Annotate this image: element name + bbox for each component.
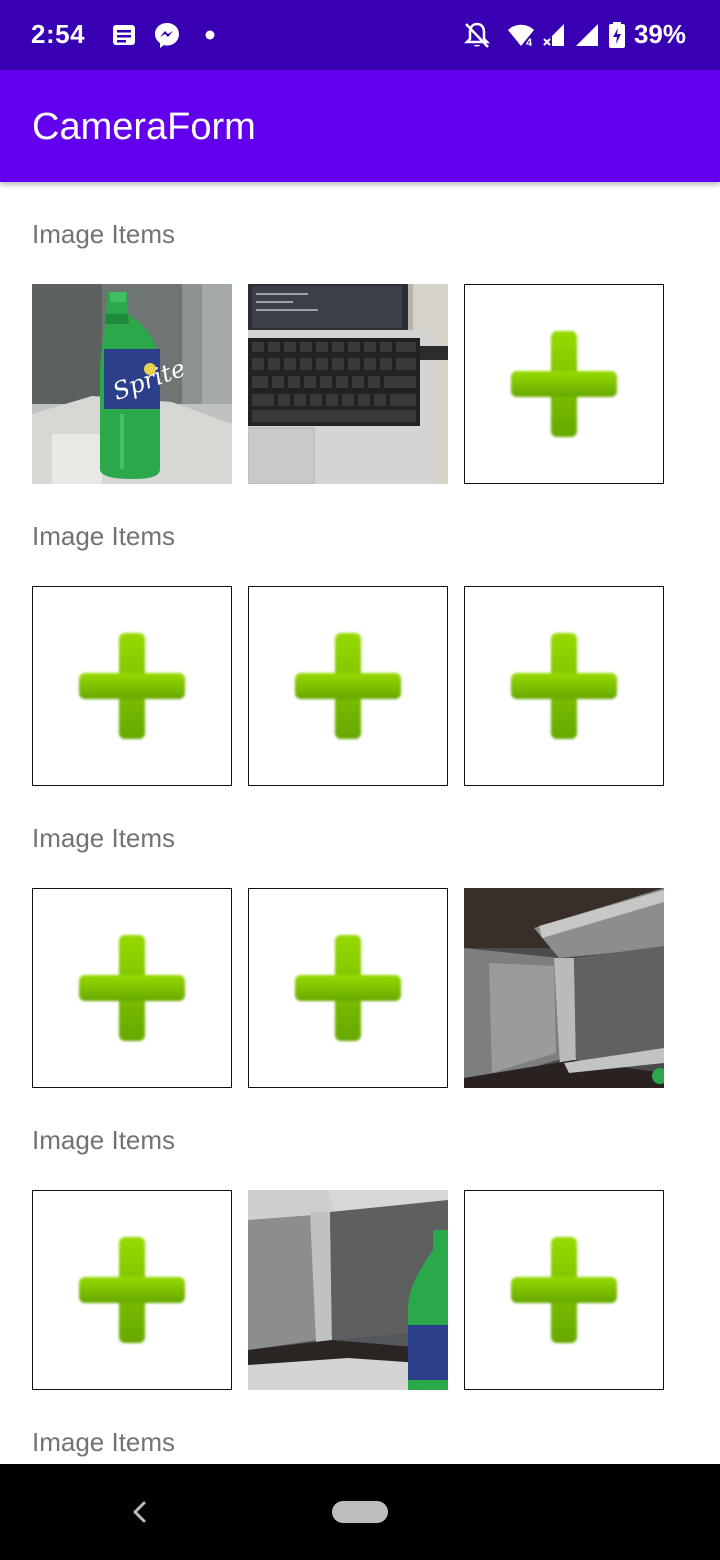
section-label: Image Items — [32, 219, 176, 249]
plus-icon — [511, 331, 617, 437]
signal-icon-2 — [572, 20, 602, 50]
add-image-button[interactable] — [464, 586, 664, 786]
image-form-list[interactable]: Image Items Sprite Image Items Image Ite… — [0, 182, 720, 1464]
section-label: Image Items — [32, 823, 176, 853]
add-image-button[interactable] — [464, 284, 664, 484]
plus-icon — [79, 935, 185, 1041]
battery-percent: 39% — [633, 19, 686, 49]
plus-icon — [295, 633, 401, 739]
home-pill-button[interactable] — [332, 1501, 388, 1523]
app-bar: CameraForm — [0, 70, 720, 182]
plus-icon — [79, 1237, 185, 1343]
add-image-button[interactable] — [248, 586, 448, 786]
svg-text:4: 4 — [526, 37, 533, 49]
bell-off-icon — [462, 20, 492, 50]
app-title: CameraForm — [32, 106, 256, 148]
notes-icon — [110, 20, 140, 50]
messenger-icon — [152, 20, 182, 50]
plus-icon — [511, 633, 617, 739]
back-icon[interactable] — [126, 1498, 154, 1526]
cubicle-bottle-photo — [248, 1190, 448, 1390]
image-slot-photo[interactable] — [248, 284, 448, 484]
plus-icon — [79, 633, 185, 739]
image-slot-photo[interactable]: Sprite — [32, 284, 232, 484]
add-image-button[interactable] — [32, 1190, 232, 1390]
dot-icon — [195, 20, 225, 50]
add-image-button[interactable] — [464, 1190, 664, 1390]
add-image-button[interactable] — [248, 888, 448, 1088]
plus-icon — [511, 1237, 617, 1343]
battery-icon — [604, 20, 634, 50]
plus-icon — [295, 935, 401, 1041]
section-label: Image Items — [32, 1125, 176, 1155]
wifi-icon: 4 — [506, 20, 536, 50]
bottle-photo: Sprite — [32, 284, 232, 484]
add-image-button[interactable] — [32, 586, 232, 786]
laptop-photo — [248, 284, 448, 484]
add-image-button[interactable] — [32, 888, 232, 1088]
image-slot-photo[interactable] — [464, 888, 664, 1088]
status-time: 2:54 — [31, 19, 86, 49]
section-label: Image Items — [32, 1427, 176, 1457]
status-bar: 2:54 4 39% — [0, 0, 720, 70]
image-slot-photo[interactable] — [248, 1190, 448, 1390]
cubicle-photo — [464, 888, 664, 1088]
signal-icon — [538, 20, 568, 50]
section-label: Image Items — [32, 521, 176, 551]
